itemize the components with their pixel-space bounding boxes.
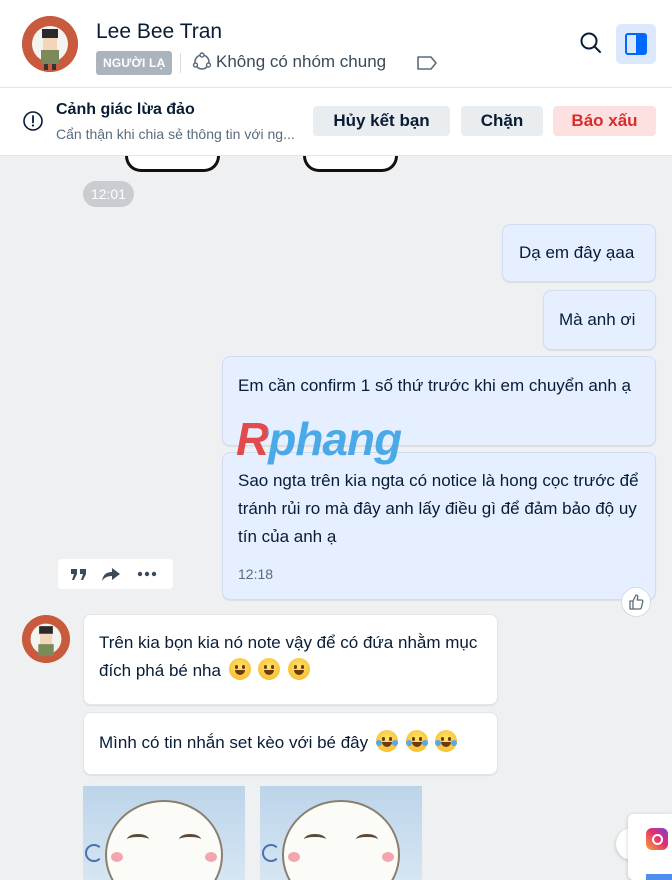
sticker-image[interactable] xyxy=(260,786,422,880)
alert-icon xyxy=(23,111,43,131)
sticker-eye xyxy=(179,834,201,845)
crying-laughing-emoji-icon xyxy=(375,730,398,752)
message-text: Mà anh ơi xyxy=(559,310,636,329)
block-button[interactable]: Chặn xyxy=(461,106,543,136)
sticker-eye xyxy=(304,834,326,845)
sticker-fragment xyxy=(303,156,398,172)
conversation-info-button[interactable] xyxy=(616,24,656,64)
thumbs-up-icon xyxy=(629,594,644,610)
stranger-badge: NGƯỜI LẠ xyxy=(96,51,173,75)
warning-subtitle: Cẩn thận khi chia sẻ thông tin với ng... xyxy=(56,126,295,142)
sticker-eye xyxy=(127,834,149,845)
time-divider: 12:01 xyxy=(83,181,134,207)
sticker-cheek xyxy=(382,852,394,862)
sticker-cheek xyxy=(111,852,123,862)
avatar-illustration xyxy=(22,16,78,72)
crying-laughing-emoji-icon xyxy=(435,730,458,752)
sticker-face xyxy=(105,800,223,880)
grinning-emoji-icon xyxy=(258,658,281,680)
more-options-icon[interactable] xyxy=(136,564,158,584)
sent-message[interactable]: Dạ em đây ạaa xyxy=(502,224,656,282)
message-text: Dạ em đây ạaa xyxy=(519,243,635,262)
message-time: 12:18 xyxy=(238,566,274,582)
sticker-face xyxy=(282,800,400,880)
sticker-swirl xyxy=(262,844,280,862)
unfriend-button[interactable]: Hủy kết bạn xyxy=(313,106,450,136)
received-message[interactable]: Trên kia bọn kia nó note vậy để có đứa n… xyxy=(83,614,498,705)
react-button[interactable] xyxy=(621,587,651,617)
sent-message[interactable]: Em cần confirm 1 số thứ trước khi em chu… xyxy=(222,356,656,446)
contact-name[interactable]: Lee Bee Tran xyxy=(96,20,222,44)
chat-header: Lee Bee Tran NGƯỜI LẠ Không có nhóm chun… xyxy=(0,0,672,88)
sticker-swirl xyxy=(85,844,103,862)
grinning-emoji-icon xyxy=(288,658,311,680)
sticker-fragment xyxy=(125,156,220,172)
sticker-cheek xyxy=(205,852,217,862)
sender-avatar[interactable] xyxy=(22,615,70,663)
quote-reply-icon[interactable] xyxy=(68,564,90,584)
group-icon xyxy=(192,52,212,70)
search-icon[interactable] xyxy=(578,30,604,56)
message-actions-toolbar xyxy=(58,559,173,589)
forward-icon[interactable] xyxy=(100,564,122,584)
crying-laughing-emoji-icon xyxy=(405,730,428,752)
sticker-eye xyxy=(356,834,378,845)
sticker-cheek xyxy=(288,852,300,862)
contact-avatar[interactable] xyxy=(22,16,78,72)
sent-message[interactable]: Mà anh ơi xyxy=(543,290,656,350)
header-divider xyxy=(180,53,181,73)
sidebar-toggle-icon xyxy=(625,33,647,55)
floating-share-panel xyxy=(628,814,672,880)
instagram-icon[interactable] xyxy=(646,828,668,850)
received-message[interactable]: Mình có tin nhắn set kèo với bé đây xyxy=(83,712,498,775)
grinning-emoji-icon xyxy=(228,658,251,680)
warning-title: Cảnh giác lừa đảo xyxy=(56,101,195,118)
common-groups-status[interactable]: Không có nhóm chung xyxy=(216,52,386,72)
report-button[interactable]: Báo xấu xyxy=(553,106,656,136)
facebook-icon[interactable] xyxy=(646,874,672,880)
tag-icon[interactable] xyxy=(416,55,438,71)
sticker-image[interactable] xyxy=(83,786,245,880)
message-text: Mình có tin nhắn set kèo với bé đây xyxy=(99,733,369,752)
avatar-illustration xyxy=(22,615,70,663)
message-text: Em cần confirm 1 số thứ trước khi em chu… xyxy=(238,376,631,395)
sent-message[interactable]: Sao ngta trên kia ngta có notice là hong… xyxy=(222,452,656,600)
message-text: Sao ngta trên kia ngta có notice là hong… xyxy=(238,471,639,546)
